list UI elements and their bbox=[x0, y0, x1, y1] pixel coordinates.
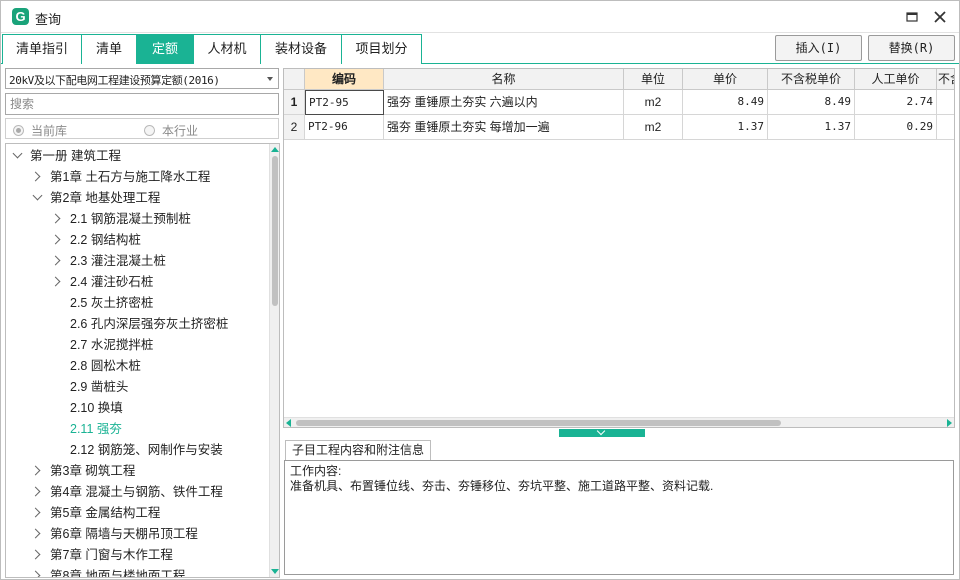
scroll-right-icon[interactable] bbox=[947, 419, 952, 427]
chevron-down-icon[interactable] bbox=[12, 148, 23, 159]
row-number[interactable]: 1 bbox=[284, 90, 305, 115]
cell-price[interactable]: 8.49 bbox=[683, 90, 768, 115]
cell-labor-price[interactable]: 0.29 bbox=[855, 115, 937, 140]
panel-splitter[interactable] bbox=[559, 426, 645, 437]
cell-name[interactable]: 强夯 重锤原土夯实 六遍以内 bbox=[384, 90, 624, 115]
column-header-unit[interactable]: 单位 bbox=[624, 69, 683, 90]
cell-price-ex-tax[interactable]: 1.37 bbox=[768, 115, 855, 140]
chevron-right-icon[interactable] bbox=[30, 528, 41, 539]
chevron-right-icon[interactable] bbox=[50, 234, 61, 245]
work-content-heading: 工作内容: bbox=[290, 464, 342, 478]
tab-list-guide[interactable]: 清单指引 bbox=[2, 34, 82, 64]
scroll-up-icon[interactable] bbox=[271, 147, 279, 152]
tree-scrollbar[interactable] bbox=[269, 144, 279, 577]
search-input[interactable] bbox=[5, 93, 279, 115]
cell-unit[interactable]: m2 bbox=[624, 115, 683, 140]
chevron-down-icon[interactable] bbox=[32, 190, 43, 201]
column-header-code[interactable]: 编码 bbox=[305, 69, 384, 90]
column-header-labor-price[interactable]: 人工单价 bbox=[855, 69, 937, 90]
chapter-tree: 第一册 建筑工程 第1章 土石方与施工降水工程 第2章 地基处理工程 2.1 钢… bbox=[5, 143, 280, 578]
column-header-name[interactable]: 名称 bbox=[384, 69, 624, 90]
close-icon[interactable] bbox=[929, 7, 951, 27]
quota-grid: 编码 名称 单位 单价 不含税单价 人工单价 不含 1 PT2-95 强夯 重锤… bbox=[283, 68, 955, 428]
chevron-right-icon[interactable] bbox=[30, 171, 41, 182]
cell-price[interactable]: 1.37 bbox=[683, 115, 768, 140]
tab-bill[interactable]: 清单 bbox=[82, 34, 137, 64]
chevron-right-icon[interactable] bbox=[30, 486, 41, 497]
radio-checked-icon bbox=[13, 124, 24, 136]
chevron-right-icon[interactable] bbox=[30, 465, 41, 476]
work-content-text: 准备机具、布置锤位线、夯击、夯锤移位、夯坑平整、施工道路平整、资料记载. bbox=[290, 479, 714, 493]
scope-radio-group: 当前库 本行业 bbox=[5, 118, 279, 139]
column-header bbox=[284, 69, 305, 90]
column-header-more[interactable]: 不含 bbox=[937, 69, 954, 90]
radio-label: 当前库 bbox=[31, 123, 68, 138]
maximize-icon[interactable] bbox=[901, 7, 923, 27]
tab-project-division[interactable]: 项目划分 bbox=[342, 34, 422, 64]
tab-labor-material-machine[interactable]: 人材机 bbox=[194, 34, 261, 64]
chevron-right-icon[interactable] bbox=[50, 255, 61, 266]
cell-price-ex-tax[interactable]: 8.49 bbox=[768, 90, 855, 115]
scroll-left-icon[interactable] bbox=[286, 419, 291, 427]
chevron-right-icon[interactable] bbox=[50, 276, 61, 287]
query-window: G 查询 清单指引 清单 定额 人材机 装材设备 项目划分 插入(I) 替换(R… bbox=[0, 0, 960, 580]
cell-code[interactable]: PT2-96 bbox=[305, 115, 384, 140]
chevron-right-icon[interactable] bbox=[30, 507, 41, 518]
chevron-right-icon[interactable] bbox=[50, 213, 61, 224]
radio-unchecked-icon bbox=[144, 124, 155, 136]
tab-bar: 清单指引 清单 定额 人材机 装材设备 项目划分 插入(I) 替换(R) bbox=[1, 33, 959, 64]
radio-label: 本行业 bbox=[162, 123, 199, 138]
chevron-right-icon[interactable] bbox=[30, 570, 41, 577]
chevron-down-icon bbox=[596, 426, 606, 436]
radio-current-library[interactable]: 当前库 bbox=[13, 123, 68, 138]
library-select[interactable]: 20kV及以下配电网工程建设预算定额(2016) bbox=[5, 68, 279, 89]
cell-more[interactable] bbox=[937, 90, 954, 115]
chevron-down-icon bbox=[267, 77, 273, 81]
chevron-right-icon[interactable] bbox=[30, 549, 41, 560]
cell-labor-price[interactable]: 2.74 bbox=[855, 90, 937, 115]
replace-button[interactable]: 替换(R) bbox=[868, 35, 955, 61]
tab-equipment[interactable]: 装材设备 bbox=[261, 34, 342, 64]
library-select-value: 20kV及以下配电网工程建设预算定额(2016) bbox=[9, 74, 220, 87]
tab-quota[interactable]: 定额 bbox=[137, 34, 194, 64]
app-logo-icon: G bbox=[12, 8, 29, 25]
column-header-price-ex-tax[interactable]: 不含税单价 bbox=[768, 69, 855, 90]
cell-more[interactable] bbox=[937, 115, 954, 140]
cell-unit[interactable]: m2 bbox=[624, 90, 683, 115]
info-tab[interactable]: 子目工程内容和附注信息 bbox=[285, 440, 432, 460]
scroll-thumb[interactable] bbox=[296, 420, 781, 426]
row-number[interactable]: 2 bbox=[284, 115, 305, 140]
scroll-down-icon[interactable] bbox=[271, 569, 279, 574]
grid-horizontal-scrollbar[interactable] bbox=[284, 417, 954, 427]
radio-industry[interactable]: 本行业 bbox=[144, 123, 199, 138]
work-content-box: 工作内容: 准备机具、布置锤位线、夯击、夯锤移位、夯坑平整、施工道路平整、资料记… bbox=[284, 460, 954, 575]
scroll-thumb[interactable] bbox=[272, 156, 278, 306]
title-bar: G 查询 bbox=[1, 1, 959, 33]
column-header-price[interactable]: 单价 bbox=[683, 69, 768, 90]
cell-code[interactable]: PT2-95 bbox=[305, 90, 384, 115]
insert-button[interactable]: 插入(I) bbox=[775, 35, 862, 61]
cell-name[interactable]: 强夯 重锤原土夯实 每增加一遍 bbox=[384, 115, 624, 140]
window-title: 查询 bbox=[35, 12, 62, 27]
